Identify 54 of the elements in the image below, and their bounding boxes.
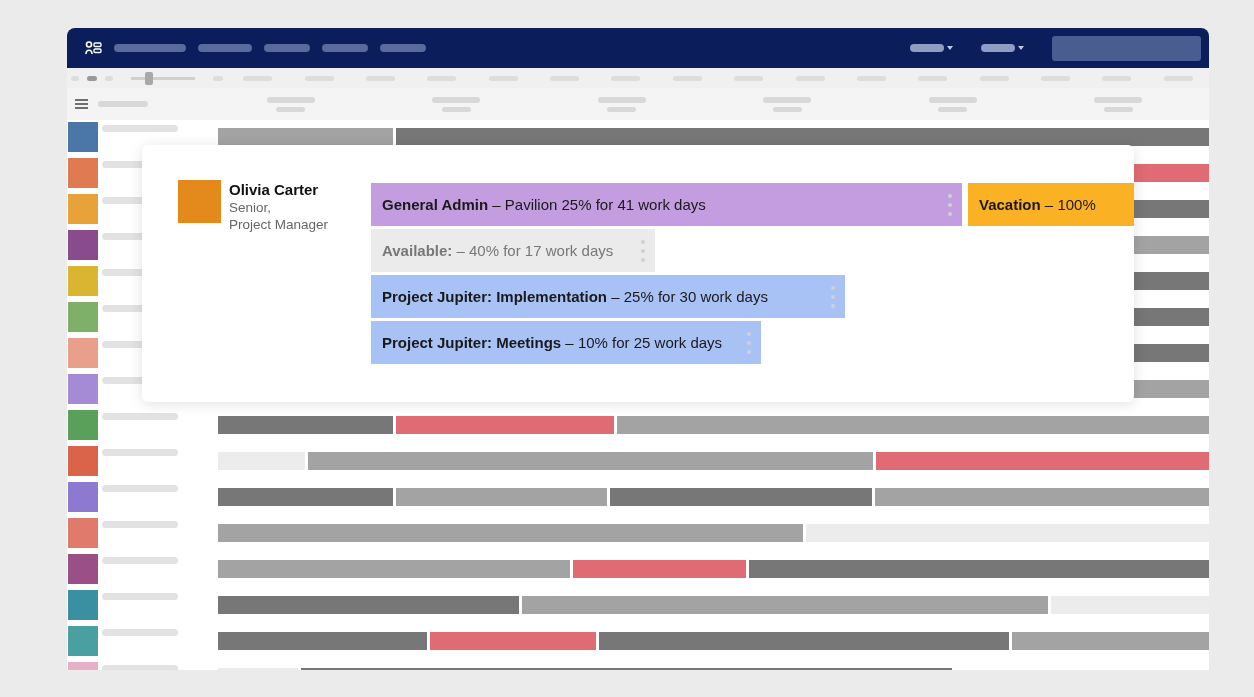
avatar-placeholder <box>68 230 98 260</box>
avatar-placeholder <box>68 266 98 296</box>
header-placeholder <box>441 106 471 112</box>
header-placeholder <box>1094 96 1143 103</box>
header-placeholder <box>938 106 968 112</box>
nav-placeholder[interactable] <box>198 44 252 52</box>
avatar-placeholder <box>68 302 98 332</box>
drag-handle-icon[interactable] <box>831 284 835 309</box>
nav-placeholder <box>910 44 944 52</box>
drag-handle-icon[interactable] <box>747 330 751 355</box>
nav-placeholder[interactable] <box>380 44 426 52</box>
header-placeholder <box>432 96 481 103</box>
assignment-bar[interactable]: Project Jupiter: Implementation – 25% for 30 work days <box>371 275 845 318</box>
person-name: Olivia Carter <box>229 180 320 199</box>
drag-handle-icon[interactable] <box>948 192 952 217</box>
avatar-placeholder <box>68 518 98 548</box>
caret-icon <box>947 46 953 50</box>
header-placeholder <box>763 96 812 103</box>
header-placeholder <box>607 106 637 112</box>
assignment-bar[interactable]: General Admin – Pavilion 25% for 41 work days <box>371 183 962 226</box>
avatar-placeholder <box>68 194 98 224</box>
avatar-placeholder <box>68 554 98 584</box>
menu-icon[interactable] <box>75 99 88 109</box>
avatar-placeholder <box>68 446 98 476</box>
avatar-placeholder <box>68 590 98 620</box>
avatar-placeholder <box>68 410 98 440</box>
nav-dropdown[interactable] <box>910 44 953 52</box>
avatar-placeholder <box>68 626 98 656</box>
assignment-bar[interactable]: Available: – 40% for 17 work days <box>371 229 655 272</box>
header-placeholder <box>266 96 315 103</box>
assignment-bar[interactable]: Project Jupiter: Meetings – 10% for 25 work days <box>371 321 761 364</box>
nav-placeholder[interactable] <box>264 44 310 52</box>
header-placeholder <box>276 106 306 112</box>
nav-placeholder[interactable] <box>114 44 186 52</box>
avatar-placeholder <box>68 338 98 368</box>
header-placeholder <box>98 101 148 107</box>
avatar-placeholder <box>68 122 98 152</box>
avatar-placeholder <box>68 482 98 512</box>
slider-thumb[interactable] <box>145 71 153 85</box>
avatar-placeholder <box>68 158 98 188</box>
header-placeholder <box>1103 106 1133 112</box>
avatar-placeholder <box>68 374 98 404</box>
person-role: Senior, Project Manager <box>229 199 329 233</box>
caret-icon <box>1018 46 1024 50</box>
photo-placeholder <box>178 180 221 223</box>
nav-dropdown[interactable] <box>981 44 1024 52</box>
search-field[interactable] <box>1052 35 1201 61</box>
header-placeholder <box>928 96 977 103</box>
people-list-icon[interactable] <box>85 41 102 55</box>
header-placeholder <box>597 96 646 103</box>
nav-placeholder[interactable] <box>322 44 368 52</box>
nav-placeholder <box>981 44 1015 52</box>
assignment-bar[interactable]: Vacation – 100% <box>968 183 1134 226</box>
header-placeholder <box>772 106 802 112</box>
